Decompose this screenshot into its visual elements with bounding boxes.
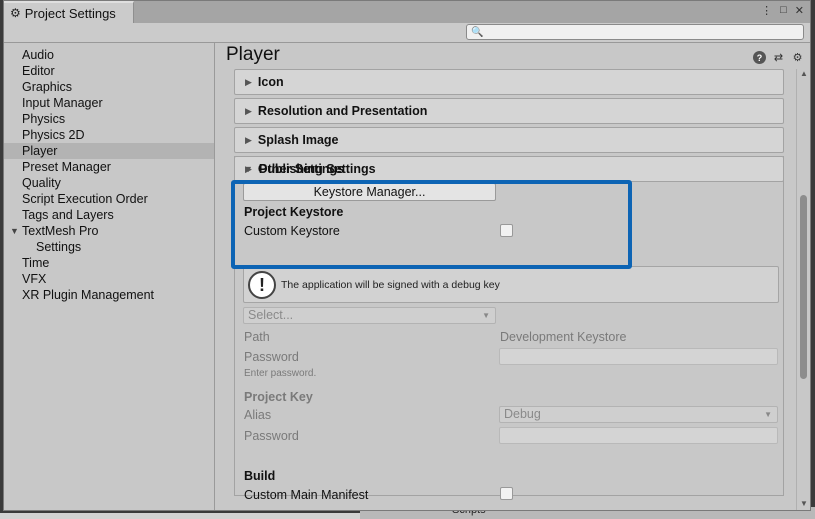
sidebar-item-textmesh-pro-label: TextMesh Pro [22,224,99,238]
gear-icon: ⚙ [10,6,21,20]
scrollbar-thumb[interactable] [800,195,807,379]
alias-label: Alias [244,408,272,422]
section-label: Resolution and Presentation [257,104,428,118]
sidebar-item-time[interactable]: Time [4,255,214,271]
alias-dropdown[interactable]: Debug ▼ [499,406,778,423]
main-header: Player ? ⇄ ⚙ [216,43,810,69]
more-options-icon[interactable]: ⋮ [761,4,772,17]
sidebar-item-physics-2d[interactable]: Physics 2D [4,127,214,143]
window-tab[interactable]: ⚙ Project Settings [4,1,134,23]
expanded-arrow-icon: ▼ [244,164,253,174]
build-heading: Build [244,469,276,483]
sidebar-item-audio[interactable]: Audio [4,47,214,63]
sidebar-item-physics[interactable]: Physics [4,111,214,127]
player-settings-content: ▶ Icon ▶ Resolution and Presentation ▶ S… [234,69,798,502]
toolbar: 🔍 [4,23,810,43]
scroll-up-icon[interactable]: ▲ [800,69,808,78]
keystore-select-dropdown[interactable]: Select... ▼ [243,307,496,324]
sidebar-item-preset-manager[interactable]: Preset Manager [4,159,214,175]
collapsed-arrow-icon: ▶ [245,105,252,116]
path-label: Path [244,330,270,344]
key-password-label: Password [244,429,299,443]
sidebar-item-quality[interactable]: Quality [4,175,214,191]
keystore-manager-button[interactable]: Keystore Manager... [243,183,496,201]
custom-main-manifest-label: Custom Main Manifest [244,488,369,502]
main-panel: Player ? ⇄ ⚙ ▶ Icon ▶ Resolution and Pre… [216,43,810,510]
search-icon: 🔍 [471,26,484,38]
maximize-icon[interactable]: □ [780,4,787,17]
key-password-field[interactable] [499,427,778,444]
project-key-heading: Project Key [244,390,313,404]
section-publishing-settings[interactable]: ▼ Publishing Settings [234,156,784,182]
keystore-select-value: Select... [248,308,294,322]
search-input[interactable]: 🔍 [466,24,804,40]
sidebar-item-textmesh-pro[interactable]: ▼ TextMesh Pro [4,223,214,239]
gear-icon[interactable]: ⚙ [791,51,804,64]
alias-value: Debug [504,407,541,421]
section-label: Splash Image [257,133,339,147]
section-resolution-and-presentation[interactable]: ▶ Resolution and Presentation [234,98,784,124]
title-bar: ⚙ Project Settings ⋮ □ ✕ [4,1,810,23]
password-hint: Enter password. [244,368,317,379]
scroll-down-icon[interactable]: ▼ [800,499,808,508]
path-value: Development Keystore [500,330,627,344]
sidebar-item-editor[interactable]: Editor [4,63,214,79]
collapsed-arrow-icon: ▶ [245,76,252,87]
header-icons: ? ⇄ ⚙ [753,51,804,64]
sidebar-item-xr-plugin-management[interactable]: XR Plugin Management [4,287,214,303]
chevron-down-icon: ▼ [764,410,772,419]
section-label: Publishing Settings [258,162,376,176]
sidebar-item-tags-and-layers[interactable]: Tags and Layers [4,207,214,223]
custom-main-manifest-checkbox[interactable] [500,487,513,500]
sidebar: Audio Editor Graphics Input Manager Phys… [4,43,215,510]
sidebar-item-textmesh-pro-settings[interactable]: Settings [4,239,214,255]
section-label: Icon [257,75,284,89]
vertical-scrollbar[interactable]: ▲ ▼ [796,69,810,510]
custom-keystore-label: Custom Keystore [244,224,340,238]
password-label: Password [244,350,299,364]
custom-keystore-checkbox[interactable] [500,224,513,237]
help-icon[interactable]: ? [753,51,766,64]
info-message-box: ! The application will be signed with a … [243,266,779,303]
close-icon[interactable]: ✕ [795,4,804,17]
expand-arrow-icon[interactable]: ▼ [10,223,19,239]
sidebar-item-input-manager[interactable]: Input Manager [4,95,214,111]
sidebar-item-player[interactable]: Player [4,143,214,159]
project-settings-window: ⚙ Project Settings ⋮ □ ✕ 🔍 Audio Editor … [3,0,811,511]
keystore-password-field[interactable] [499,348,778,365]
window-controls: ⋮ □ ✕ [761,4,804,17]
section-splash-image[interactable]: ▶ Splash Image [234,127,784,153]
preset-icon[interactable]: ⇄ [772,51,785,64]
sidebar-item-vfx[interactable]: VFX [4,271,214,287]
chevron-down-icon: ▼ [482,311,490,320]
info-exclamation-icon: ! [248,271,276,299]
sidebar-item-script-execution-order[interactable]: Script Execution Order [4,191,214,207]
collapsed-arrow-icon: ▶ [245,134,252,145]
page-title: Player [226,44,280,65]
section-icon[interactable]: ▶ Icon [234,69,784,95]
window-tab-label: Project Settings [24,5,116,21]
project-keystore-heading: Project Keystore [244,205,344,219]
sidebar-item-graphics[interactable]: Graphics [4,79,214,95]
info-message: The application will be signed with a de… [281,279,500,291]
